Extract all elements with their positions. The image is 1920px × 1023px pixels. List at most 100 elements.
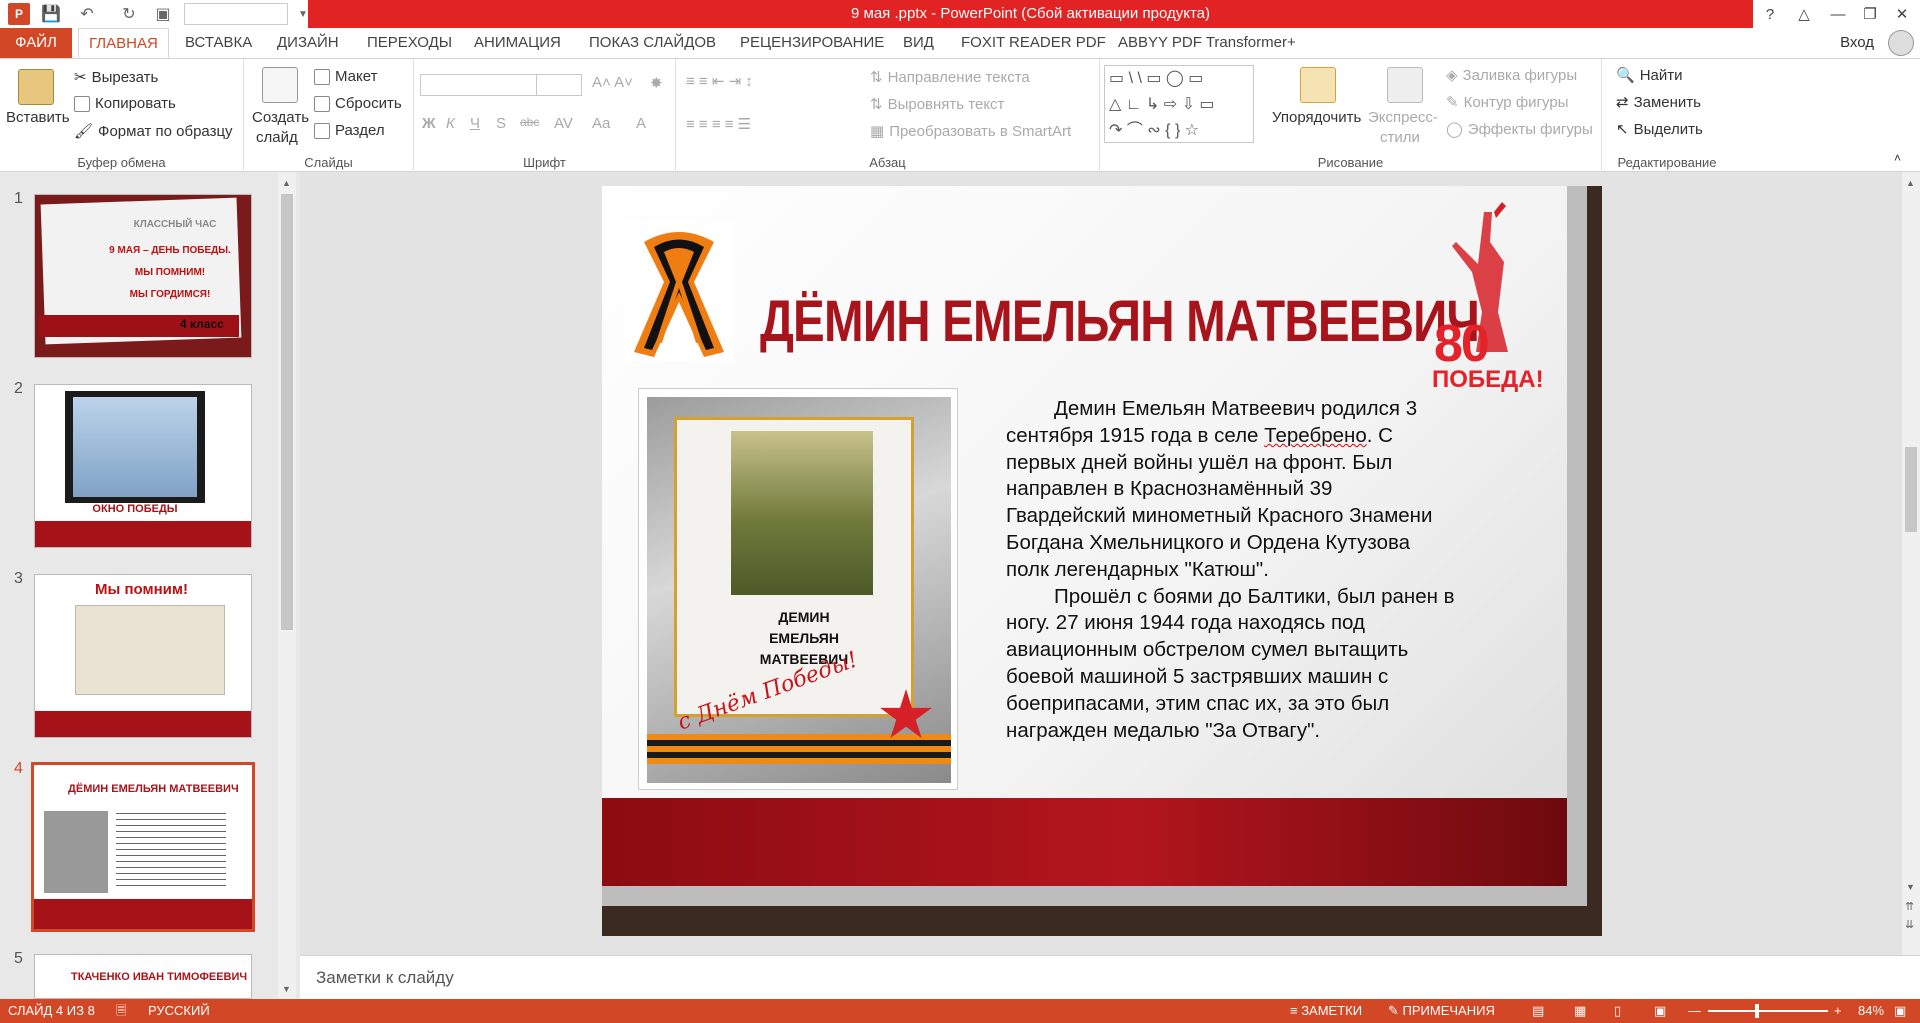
spellcheck-icon[interactable]: 🗏 — [116, 999, 126, 1023]
select-button[interactable]: ↖ Выделить — [1616, 120, 1703, 139]
font-size-combo[interactable] — [536, 74, 582, 96]
tab-insert[interactable]: ВСТАВКА — [175, 28, 262, 58]
scrollbar-thumb[interactable] — [1905, 447, 1917, 532]
strikethrough-icon[interactable]: abc — [520, 115, 539, 129]
tab-transitions[interactable]: ПЕРЕХОДЫ — [357, 28, 462, 58]
tab-review[interactable]: РЕЦЕНЗИРОВАНИЕ — [730, 28, 894, 58]
tab-slideshow[interactable]: ПОКАЗ СЛАЙДОВ — [579, 28, 726, 58]
slide-scrollbar[interactable]: ▲ ▼ ⇈ ⇊ — [1902, 172, 1920, 955]
group-label: Буфер обмена — [77, 155, 166, 170]
current-slide[interactable]: ДЁМИН ЕМЕЛЬЯН МАТВЕЕВИЧ 80 ПОБЕДА! ДЕМИН… — [602, 186, 1602, 936]
shape-effects-button[interactable]: ◯ Эффекты фигуры — [1446, 120, 1593, 139]
slide-thumbnail-1[interactable]: КЛАССНЫЙ ЧАС 9 МАЯ – ДЕНЬ ПОБЕДЫ. МЫ ПОМ… — [34, 194, 252, 358]
layout-button[interactable]: Макет — [314, 68, 377, 85]
zoom-slider[interactable] — [1708, 1010, 1828, 1012]
avatar-icon[interactable] — [1888, 30, 1914, 56]
section-button[interactable]: Раздел — [314, 122, 385, 139]
language-indicator[interactable]: РУССКИЙ — [148, 999, 210, 1023]
underline-icon[interactable]: Ч — [470, 115, 480, 132]
slide-thumbnail-4[interactable]: ДЁМИН ЕМЕЛЬЯН МАТВЕЕВИЧ — [31, 762, 255, 932]
reading-view-icon[interactable]: ▯ — [1614, 999, 1621, 1023]
slide-red-band — [602, 798, 1567, 886]
comments-toggle[interactable]: ✎ ПРИМЕЧАНИЯ — [1388, 999, 1495, 1023]
font-color-icon[interactable]: A — [636, 115, 646, 132]
slideshow-icon[interactable]: ▣ — [152, 3, 174, 25]
thumbnail-number: 5 — [14, 950, 23, 967]
grow-font-icon[interactable]: A˄ A˅ — [592, 74, 633, 91]
undo-icon[interactable]: ↶ — [76, 3, 98, 25]
slideshow-view-icon[interactable]: ▣ — [1654, 999, 1666, 1023]
tab-home[interactable]: ГЛАВНАЯ — [78, 28, 169, 58]
shape-outline-button[interactable]: ✎ Контур фигуры — [1446, 93, 1568, 112]
bold-icon[interactable]: Ж — [422, 115, 436, 132]
clear-format-icon[interactable]: ✸ — [650, 74, 663, 92]
normal-view-icon[interactable]: ▤ — [1532, 999, 1544, 1023]
slide-title[interactable]: ДЁМИН ЕМЕЛЬЯН МАТВЕЕВИЧ — [760, 288, 1480, 355]
binoculars-icon: 🔍 — [1616, 67, 1635, 84]
copy-button[interactable]: Копировать — [74, 95, 176, 112]
tab-design[interactable]: ДИЗАЙН — [267, 28, 349, 58]
save-icon[interactable]: 💾 — [40, 3, 62, 25]
slide-thumbnail-2[interactable]: ОКНО ПОБЕДЫ — [34, 384, 252, 548]
text-direction-icon: ⇅ — [870, 69, 883, 86]
char-spacing-icon[interactable]: AV — [554, 115, 573, 132]
portrait-image[interactable]: ДЕМИН ЕМЕЛЬЯН МАТВЕЕВИЧ с Днём Победы! — [638, 388, 958, 790]
scroll-down-icon[interactable]: ▼ — [1906, 882, 1915, 892]
tab-file[interactable]: ФАЙЛ — [0, 28, 72, 58]
thumbnails-scrollbar[interactable]: ▲ ▼ — [278, 172, 296, 999]
ribbon-display-icon[interactable]: △ — [1788, 0, 1820, 28]
align-icons[interactable]: ≡ ≡ ≡ ≡ ☰ — [686, 115, 751, 133]
bullets-icon[interactable]: ≡ ≡ ⇤ ⇥ ↕ — [686, 72, 753, 90]
zoom-slider-handle[interactable] — [1755, 1004, 1759, 1018]
collapse-ribbon-icon[interactable]: ˄ — [1894, 151, 1901, 165]
restore-icon[interactable]: ❐ — [1854, 0, 1886, 28]
smartart-button[interactable]: ▦ Преобразовать в SmartArt — [870, 122, 1071, 141]
biography-text[interactable]: Демин Емельян Матвеевич родился 3 сентяб… — [1006, 396, 1456, 744]
sign-in-link[interactable]: Вход — [1840, 28, 1874, 58]
help-icon[interactable]: ? — [1754, 0, 1786, 28]
italic-icon[interactable]: К — [446, 115, 455, 132]
new-slide-button[interactable]: Создать — [252, 109, 309, 126]
replace-button[interactable]: ⇄ Заменить — [1616, 93, 1701, 112]
zoom-out-icon[interactable]: — — [1688, 999, 1701, 1023]
tab-view[interactable]: ВИД — [893, 28, 944, 58]
align-text-button[interactable]: ⇅ Выровнять текст — [870, 95, 1004, 114]
shadow-icon[interactable]: S — [496, 115, 506, 132]
tab-animation[interactable]: АНИМАЦИЯ — [464, 28, 571, 58]
scroll-up-icon[interactable]: ▲ — [1906, 178, 1915, 188]
group-font: A˄ A˅ ✸ Ж К Ч S abc AV Aa A Шрифт — [414, 59, 676, 172]
arrange-button[interactable]: Упорядочить — [1272, 109, 1361, 126]
next-slide-icon[interactable]: ⇊ — [1905, 918, 1914, 931]
tab-foxit[interactable]: FOXIT READER PDF — [951, 28, 1116, 58]
quick-styles-button[interactable]: Экспресс- — [1368, 109, 1438, 126]
notes-toggle[interactable]: ≡ ЗАМЕТКИ — [1290, 999, 1362, 1023]
previous-slide-icon[interactable]: ⇈ — [1905, 900, 1914, 913]
tab-abbyy[interactable]: ABBYY PDF Transformer+ — [1108, 28, 1306, 58]
redo-icon[interactable]: ↻ — [118, 3, 140, 25]
font-name-combo[interactable] — [420, 74, 542, 96]
zoom-in-icon[interactable]: + — [1834, 999, 1842, 1023]
zoom-level[interactable]: 84% — [1858, 999, 1884, 1023]
shape-fill-button[interactable]: ◈ Заливка фигуры — [1446, 66, 1577, 85]
slide-sorter-icon[interactable]: ▦ — [1574, 999, 1586, 1023]
format-painter-button[interactable]: 🖌 Формат по образцу — [74, 122, 233, 141]
find-button[interactable]: 🔍 Найти — [1616, 66, 1683, 85]
text-direction-button[interactable]: ⇅ Направление текста — [870, 68, 1030, 87]
scroll-down-icon[interactable]: ▼ — [282, 984, 291, 994]
paste-button[interactable]: Вставить — [6, 109, 70, 126]
minimize-icon[interactable]: — — [1822, 0, 1854, 28]
scroll-up-icon[interactable]: ▲ — [282, 178, 291, 188]
notes-pane[interactable]: Заметки к слайду — [300, 955, 1920, 999]
fit-to-window-icon[interactable]: ▣ — [1894, 999, 1906, 1023]
smartart-icon: ▦ — [870, 123, 885, 140]
slide-thumbnail-5[interactable]: ТКАЧЕНКО ИВАН ТИМОФЕЕВИЧ — [34, 954, 252, 999]
shapes-gallery[interactable]: ▭ \ \ ▭ ◯ ▭ △ ∟ ↳ ⇨ ⇩ ▭ ↷ ⌒ ∾ { } ☆ — [1104, 65, 1254, 143]
thumbnail-number: 4 — [14, 760, 23, 777]
scrollbar-thumb[interactable] — [281, 194, 293, 630]
close-icon[interactable]: ✕ — [1886, 0, 1918, 28]
cut-button[interactable]: ✂ Вырезать — [74, 68, 158, 87]
qat-combo[interactable] — [184, 3, 288, 25]
change-case-icon[interactable]: Aa — [592, 115, 610, 132]
reset-button[interactable]: Сбросить — [314, 95, 402, 112]
slide-thumbnail-3[interactable]: Мы помним! — [34, 574, 252, 738]
